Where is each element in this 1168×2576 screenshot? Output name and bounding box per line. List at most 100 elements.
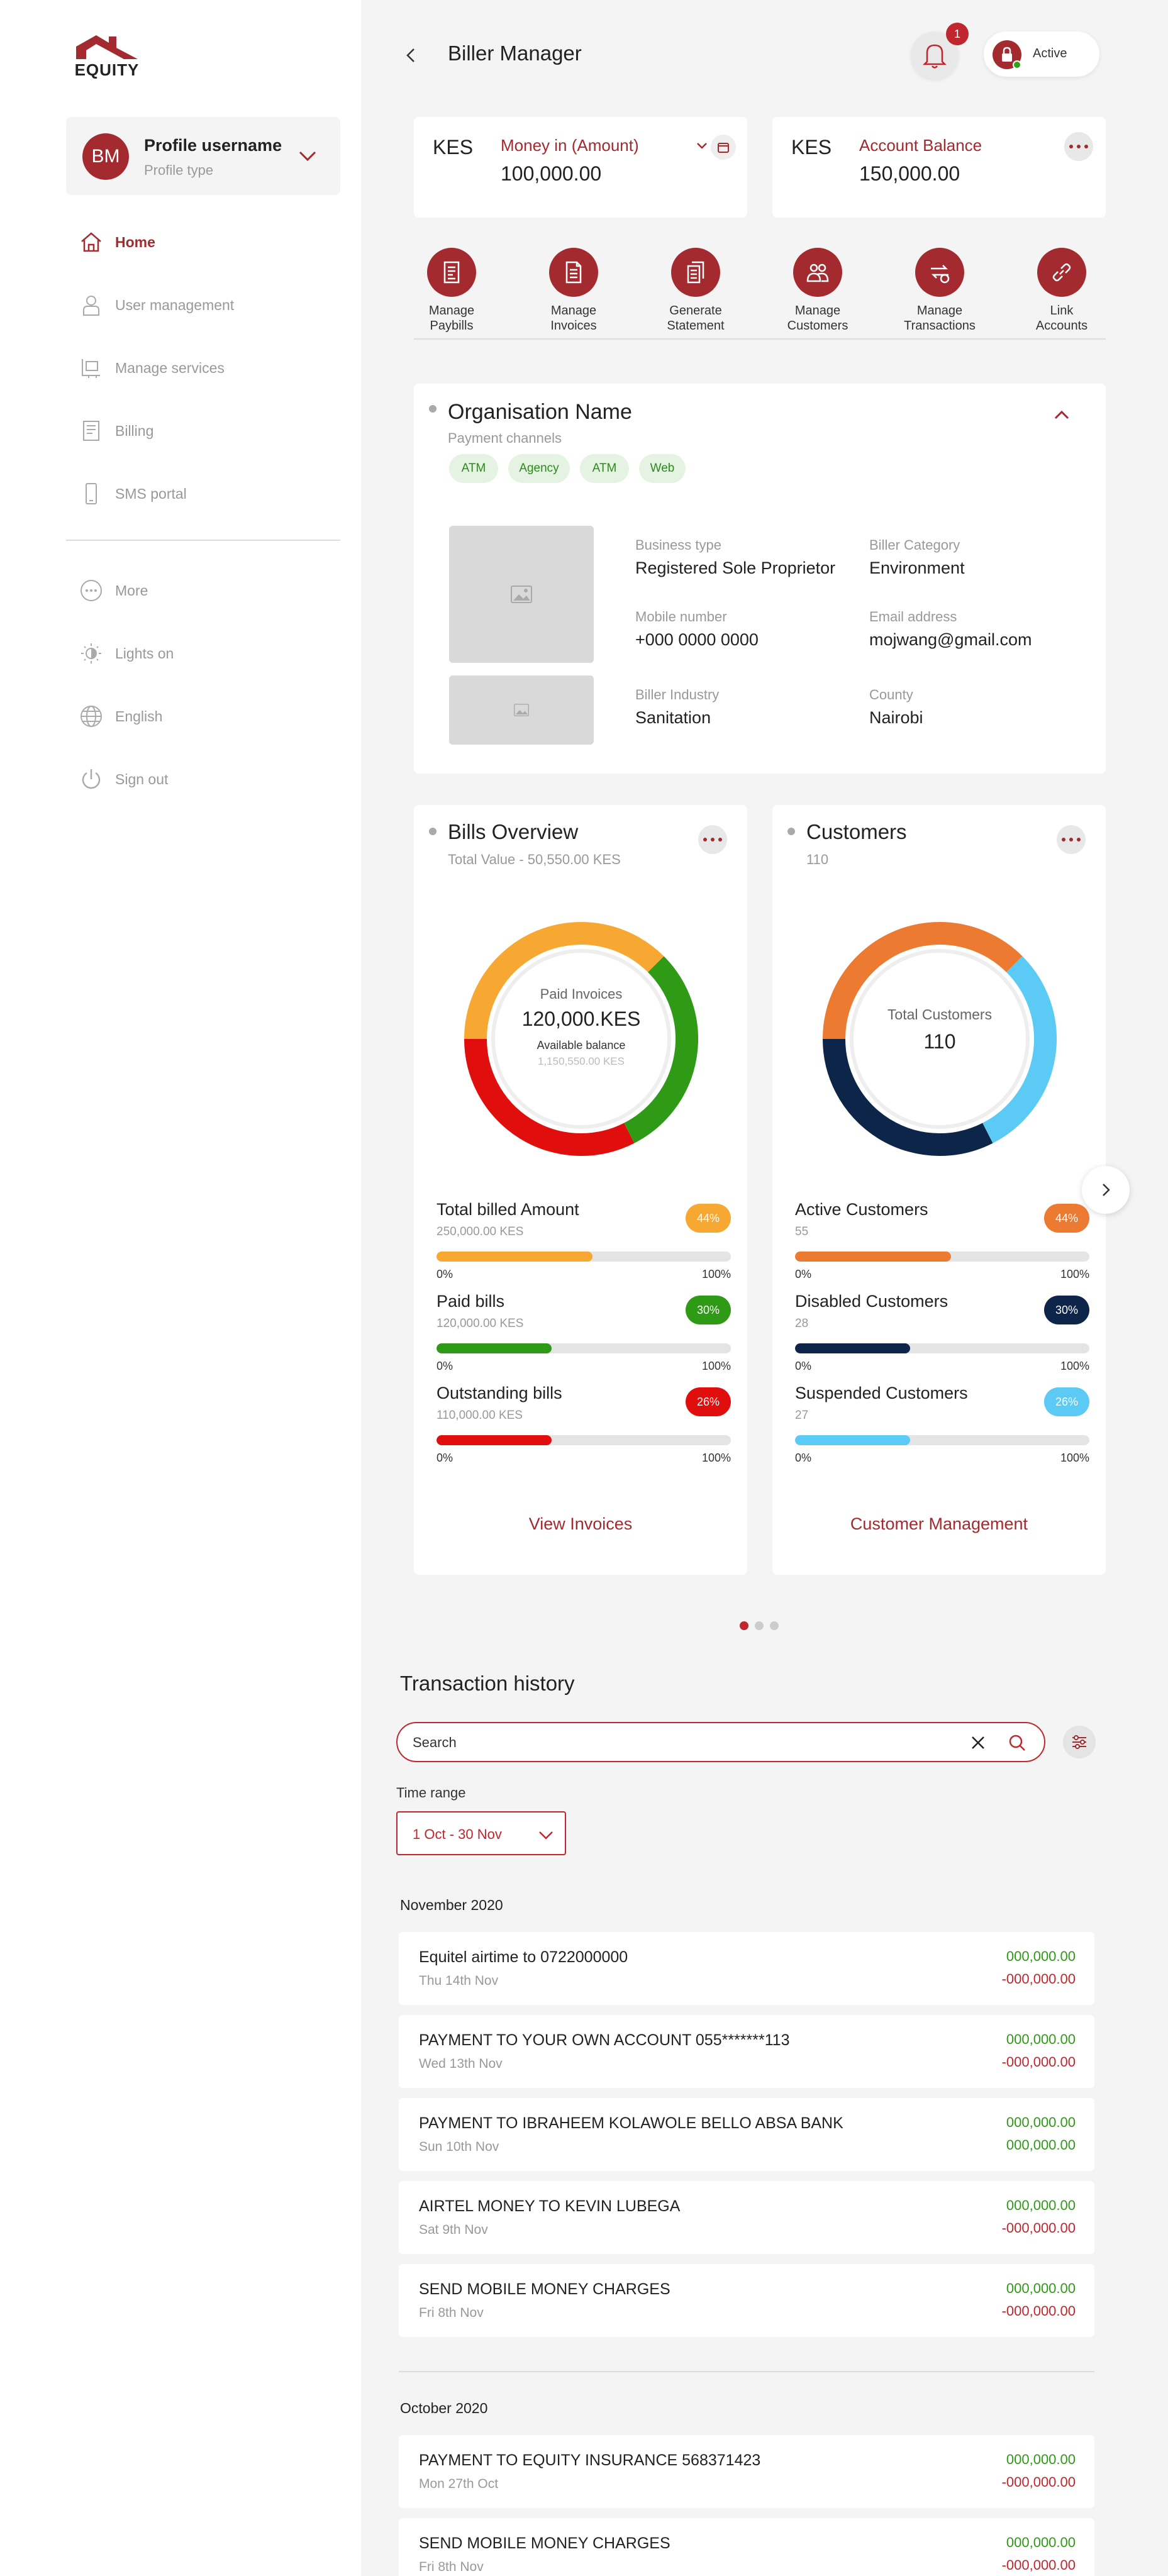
view-invoices-link[interactable]: View Invoices: [414, 1514, 747, 1534]
transaction-row[interactable]: PAYMENT TO EQUITY INSURANCE 568371423 Mo…: [399, 2435, 1094, 2508]
more-options-button[interactable]: [1057, 825, 1086, 854]
stat-percent-badge: 26%: [686, 1387, 731, 1416]
sidebar-item-billing[interactable]: Billing: [79, 415, 153, 447]
county-value: Nairobi: [869, 708, 923, 727]
stat-outstanding-bills: Outstanding bills 110,000.00 KES 26% 0% …: [437, 1384, 731, 1475]
sidebar-divider: [66, 540, 340, 541]
more-options-button[interactable]: [1064, 132, 1093, 161]
sidebar-item-signout[interactable]: Sign out: [79, 763, 168, 795]
power-icon: [79, 767, 104, 792]
currency-label: KES: [433, 136, 474, 158]
stat-title: Paid bills: [437, 1292, 505, 1311]
sidebar-item-more[interactable]: More: [79, 575, 148, 606]
stat-title: Active Customers: [795, 1200, 928, 1219]
sidebar-item-home[interactable]: Home: [79, 226, 155, 258]
carousel-dot[interactable]: [770, 1621, 779, 1630]
stat-title: Suspended Customers: [795, 1384, 968, 1402]
filter-button[interactable]: [1063, 1726, 1096, 1758]
stat-suspended-customers: Suspended Customers 27 26% 0% 100%: [795, 1384, 1089, 1475]
transaction-search-input[interactable]: Search: [396, 1722, 1045, 1762]
business-type-value: Registered Sole Proprietor: [635, 558, 836, 577]
chevron-up-icon[interactable]: [1052, 405, 1072, 425]
calendar-button[interactable]: [711, 135, 736, 160]
more-options-button[interactable]: [698, 825, 727, 854]
progress-fill: [795, 1435, 910, 1445]
transaction-date: Wed 13th Nov: [419, 2057, 503, 2071]
detail-label: Biller Category: [869, 537, 960, 553]
donut-center-label: Total Customers: [887, 1006, 993, 1023]
transaction-amount-credit: 000,000.00: [1006, 2534, 1076, 2550]
quick-action-label: Link: [1050, 304, 1074, 318]
customers-icon: [793, 248, 842, 297]
time-range-value: 1 Oct - 30 Nov: [413, 1826, 502, 1842]
customer-management-link[interactable]: Customer Management: [772, 1514, 1106, 1534]
transaction-row[interactable]: SEND MOBILE MONEY CHARGES Fri 8th Nov 00…: [399, 2518, 1094, 2576]
progress-track: [437, 1435, 731, 1445]
quick-action-statement[interactable]: Generate Statement: [655, 248, 737, 333]
money-in-card: KES Money in (Amount) 100,000.00: [414, 117, 747, 218]
stat-percent-badge: 30%: [1044, 1296, 1089, 1324]
carousel-dot-active[interactable]: [740, 1621, 748, 1630]
transaction-row[interactable]: SEND MOBILE MONEY CHARGES Fri 8th Nov 00…: [399, 2264, 1094, 2337]
transaction-row[interactable]: AIRTEL MONEY TO KEVIN LUBEGA Sat 9th Nov…: [399, 2181, 1094, 2254]
sidebar-item-lights[interactable]: Lights on: [79, 638, 174, 669]
detail-label: Biller Industry: [635, 687, 720, 702]
transaction-name: PAYMENT TO YOUR OWN ACCOUNT 055*******11…: [419, 2031, 790, 2049]
detail-label: County: [869, 687, 913, 702]
equity-logo[interactable]: EQUITY: [72, 33, 142, 79]
progress-track: [795, 1252, 1089, 1262]
more-icon: [79, 578, 104, 603]
carousel-next-button[interactable]: [1082, 1166, 1130, 1214]
chevron-down-icon[interactable]: [696, 140, 708, 152]
quick-action-transactions[interactable]: Manage Transactions: [899, 248, 981, 333]
organisation-image: [449, 526, 594, 663]
quick-action-invoices[interactable]: Manage Invoices: [533, 248, 615, 333]
transactions-icon: [915, 248, 964, 297]
money-in-selector[interactable]: Money in (Amount): [501, 136, 639, 155]
transaction-date: Sat 9th Nov: [419, 2223, 488, 2237]
donut-center: Total Customers 110: [814, 913, 1065, 1165]
month-header: October 2020: [400, 2400, 488, 2416]
stat-sub: 55: [795, 1225, 809, 1238]
back-icon[interactable]: [401, 45, 421, 65]
transaction-amount-debit: -000,000.00: [1001, 1971, 1076, 1987]
chevron-right-icon: [1103, 1184, 1110, 1196]
transaction-row[interactable]: Equitel airtime to 0722000000 Thu 14th N…: [399, 1932, 1094, 2005]
quick-action-link-accounts[interactable]: Link Accounts: [1021, 248, 1103, 333]
transaction-name: Equitel airtime to 0722000000: [419, 1948, 628, 1966]
biller-industry-value: Sanitation: [635, 708, 711, 727]
account-balance-label: Account Balance: [859, 136, 982, 155]
progress-min-label: 0%: [795, 1452, 812, 1464]
bills-overview-title: Bills Overview: [448, 820, 579, 843]
profile-switcher[interactable]: BM Profile username Profile type: [66, 117, 340, 195]
quick-action-customers[interactable]: Manage Customers: [777, 248, 859, 333]
close-icon[interactable]: [970, 1735, 986, 1751]
account-status-button[interactable]: Active: [984, 31, 1099, 77]
stat-percent-badge: 44%: [1044, 1204, 1089, 1233]
quick-action-label: Manage: [794, 304, 841, 318]
transaction-amount-credit: 000,000.00: [1006, 2451, 1076, 2467]
invoice-icon: [549, 248, 598, 297]
quick-action-paybills[interactable]: Manage Paybills: [411, 248, 492, 333]
search-icon[interactable]: [1008, 1733, 1026, 1752]
billing-icon: [79, 418, 104, 443]
transaction-amount-debit: -000,000.00: [1001, 2303, 1076, 2319]
transaction-row[interactable]: PAYMENT TO YOUR OWN ACCOUNT 055*******11…: [399, 2015, 1094, 2088]
transaction-amount-credit: 000,000.00: [1006, 2114, 1076, 2130]
chevron-down-icon[interactable]: [296, 145, 319, 167]
filter-icon: [1072, 1735, 1086, 1749]
bills-donut-chart: Paid Invoices 120,000.KES Available bala…: [455, 913, 707, 1165]
statement-icon: [671, 248, 720, 297]
time-range-select[interactable]: 1 Oct - 30 Nov: [396, 1811, 566, 1855]
quick-action-label: Transactions: [904, 319, 976, 333]
stat-disabled-customers: Disabled Customers 28 30% 0% 100%: [795, 1292, 1089, 1384]
sidebar-item-sms[interactable]: SMS portal: [79, 478, 187, 509]
search-placeholder: Search: [413, 1735, 457, 1750]
transaction-row[interactable]: PAYMENT TO IBRAHEEM KOLAWOLE BELLO ABSA …: [399, 2098, 1094, 2171]
sidebar-item-users[interactable]: User management: [79, 289, 234, 321]
sidebar-item-services[interactable]: Manage services: [79, 352, 225, 384]
carousel-dot[interactable]: [755, 1621, 764, 1630]
sidebar-item-language[interactable]: English: [79, 701, 162, 732]
transaction-name: AIRTEL MONEY TO KEVIN LUBEGA: [419, 2197, 681, 2215]
money-in-value: 100,000.00: [501, 162, 602, 185]
